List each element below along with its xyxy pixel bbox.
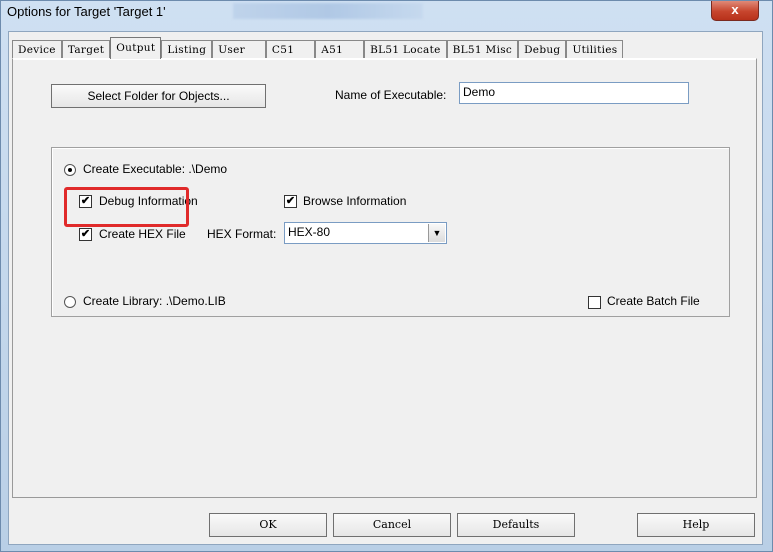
select-folder-button[interactable]: Select Folder for Objects... xyxy=(51,84,266,108)
hex-format-select[interactable]: HEX-80 ▼ xyxy=(284,222,447,244)
tab-c51[interactable]: C51 xyxy=(265,40,316,58)
tab-device[interactable]: Device xyxy=(12,40,62,58)
create-exe-label: Create Executable: .\Demo xyxy=(83,162,228,176)
browse-info-label: Browse Information xyxy=(303,194,407,208)
create-hex-label: Create HEX File xyxy=(99,227,186,241)
tab-output[interactable]: Output xyxy=(110,37,162,59)
tab-target[interactable]: Target xyxy=(61,40,111,58)
create-lib-label: Create Library: .\Demo.LIB xyxy=(83,294,226,308)
create-batch-label: Create Batch File xyxy=(607,294,700,308)
hex-format-label: HEX Format: xyxy=(207,227,277,241)
browse-info-checkbox[interactable]: ✔ xyxy=(284,195,297,208)
tab-a51[interactable]: A51 xyxy=(315,40,365,58)
create-lib-radio[interactable] xyxy=(64,296,76,308)
title-bar[interactable]: Options for Target 'Target 1' x xyxy=(1,1,772,23)
name-exe-input[interactable]: Demo xyxy=(459,82,689,104)
title-blurred-area xyxy=(233,3,423,19)
output-options-group: Create Executable: .\Demo ✔ Debug Inform… xyxy=(51,147,730,317)
create-batch-checkbox[interactable] xyxy=(588,296,601,309)
window-title: Options for Target 'Target 1' xyxy=(7,4,166,19)
cancel-button[interactable]: Cancel xyxy=(333,513,451,537)
tab-bl51-misc[interactable]: BL51 Misc xyxy=(446,40,519,58)
tab-strip: Device Target Output Listing User C51 A5… xyxy=(12,37,624,59)
tab-utilities[interactable]: Utilities xyxy=(566,40,624,58)
close-button[interactable]: x xyxy=(711,1,759,21)
tab-bl51-locate[interactable]: BL51 Locate xyxy=(364,40,447,58)
help-button[interactable]: Help xyxy=(637,513,755,537)
dropdown-arrow-icon[interactable]: ▼ xyxy=(428,224,445,242)
create-hex-checkbox[interactable]: ✔ xyxy=(79,228,92,241)
ok-button[interactable]: OK xyxy=(209,513,327,537)
dialog-client: Device Target Output Listing User C51 A5… xyxy=(8,31,763,545)
hex-format-value: HEX-80 xyxy=(288,225,331,239)
defaults-button[interactable]: Defaults xyxy=(457,513,575,537)
name-exe-label: Name of Executable: xyxy=(335,88,447,102)
annotation-highlight-box xyxy=(64,187,189,227)
tab-user[interactable]: User xyxy=(212,40,266,58)
create-exe-radio[interactable] xyxy=(64,164,76,176)
options-dialog: Options for Target 'Target 1' x Device T… xyxy=(0,0,773,552)
tab-debug[interactable]: Debug xyxy=(518,40,567,58)
output-panel: Select Folder for Objects... Name of Exe… xyxy=(12,58,757,498)
tab-listing[interactable]: Listing xyxy=(161,40,213,58)
